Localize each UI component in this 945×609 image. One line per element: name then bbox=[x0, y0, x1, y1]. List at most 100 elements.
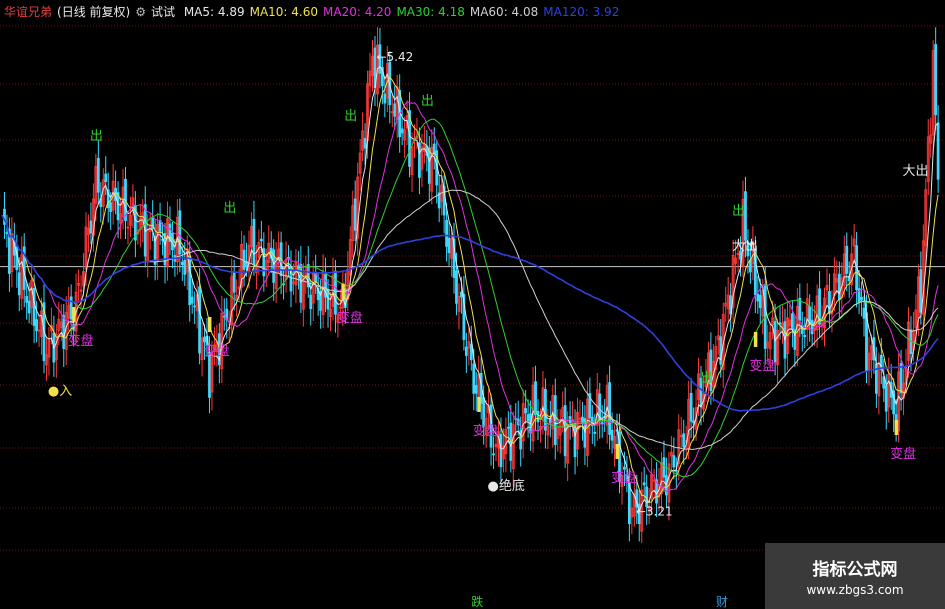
signal-bar-13 bbox=[753, 332, 758, 347]
candle-body-72 bbox=[178, 210, 182, 255]
candle-body-364 bbox=[899, 363, 903, 394]
signal-4: 出 bbox=[700, 371, 713, 386]
candle-body-213 bbox=[526, 414, 530, 422]
chart-header: 华谊兄弟 (日线 前复权) ⚙ 试试 MA5: 4.89 MA10: 4.60 MA20:… bbox=[4, 3, 629, 20]
candle-body-205 bbox=[506, 426, 510, 429]
ma-legend-4: MA60: 4.08 bbox=[469, 5, 539, 19]
signal-bar-9 bbox=[207, 317, 212, 332]
candle-body-342 bbox=[845, 245, 849, 274]
candle-body-378 bbox=[934, 44, 938, 116]
signal-bar-11 bbox=[477, 397, 481, 412]
candle-body-13 bbox=[32, 288, 36, 326]
ma-legend-3: MA30: 4.18 bbox=[396, 5, 465, 19]
candle-body-7 bbox=[17, 272, 21, 296]
ma-legend: MA5: 4.89 MA10: 4.60 MA20: 4.20 MA30: 4.18 M… bbox=[184, 5, 625, 19]
candle-body-73 bbox=[180, 261, 184, 266]
signal-14: 变盘 bbox=[890, 446, 916, 462]
candle-body-307 bbox=[758, 295, 762, 309]
candle-body-14 bbox=[35, 319, 38, 332]
candle-body-195 bbox=[482, 397, 486, 427]
signal-3: 出 bbox=[421, 94, 434, 109]
ma-legend-0: MA5: 4.89 bbox=[183, 5, 245, 19]
candle-body-11 bbox=[27, 300, 31, 314]
candle-body-247 bbox=[610, 429, 614, 441]
candle-body-10 bbox=[25, 296, 29, 303]
candle-body-74 bbox=[183, 259, 187, 275]
signal-11: 变盘 bbox=[473, 423, 499, 439]
candle-body-212 bbox=[524, 408, 528, 414]
candle-body-325 bbox=[803, 334, 807, 338]
watermark-url: www.zbgs3.com bbox=[806, 583, 904, 597]
candle-body-202 bbox=[499, 434, 503, 468]
indicator-name: 试试 bbox=[150, 5, 175, 19]
bottom-mark-1: 财 bbox=[716, 595, 728, 609]
candle-body-349 bbox=[862, 307, 866, 319]
signal-bar-14 bbox=[894, 420, 899, 435]
candle-body-328 bbox=[810, 319, 814, 335]
candle-body-2 bbox=[5, 232, 9, 235]
signal-9: 变盘 bbox=[203, 343, 229, 359]
signal-10: 变盘 bbox=[337, 310, 363, 326]
candle-body-335 bbox=[828, 291, 831, 315]
ma-legend-5: MA120: 3.92 bbox=[543, 5, 620, 19]
candle-body-276 bbox=[682, 433, 686, 448]
candle-body-78 bbox=[193, 305, 197, 308]
candle-body-220 bbox=[544, 389, 547, 431]
candle-body-28 bbox=[69, 296, 73, 320]
candle-body-181 bbox=[447, 237, 451, 254]
signal-bar-12 bbox=[615, 444, 620, 459]
signal-0: 出 bbox=[90, 129, 103, 144]
candle-body-125 bbox=[309, 294, 313, 310]
candle-body-155 bbox=[383, 93, 387, 104]
candle-body-82 bbox=[203, 336, 206, 343]
candle-body-25 bbox=[62, 314, 66, 349]
gear-icon[interactable]: ⚙ bbox=[135, 5, 146, 19]
ma-legend-2: MA20: 4.20 bbox=[323, 5, 392, 19]
candle-body-358 bbox=[884, 385, 888, 412]
candle-body-143 bbox=[353, 198, 357, 231]
signal-6: 大出 bbox=[732, 239, 758, 254]
candle-body-184 bbox=[455, 270, 458, 304]
candle-body-260 bbox=[642, 482, 646, 486]
ma-legend-1: MA10: 4.60 bbox=[249, 5, 319, 19]
candle-body-173 bbox=[427, 147, 431, 184]
candle-body-252 bbox=[623, 466, 626, 470]
candle-body-272 bbox=[672, 455, 676, 468]
candle-body-191 bbox=[472, 363, 476, 394]
signal-bar-8 bbox=[72, 307, 76, 322]
candle-body-36 bbox=[89, 220, 93, 234]
candle-body-320 bbox=[791, 313, 794, 331]
signal-5: 出 bbox=[732, 204, 745, 219]
candle-body-216 bbox=[534, 381, 537, 415]
candle-body-188 bbox=[464, 346, 468, 356]
candle-body-44 bbox=[109, 202, 113, 212]
signal-8: 变盘 bbox=[68, 333, 94, 349]
candle-body-186 bbox=[460, 291, 463, 298]
price-label-0: ←5.42 bbox=[377, 50, 414, 64]
signal-12: 变盘 bbox=[611, 470, 637, 486]
candle-body-240 bbox=[593, 431, 597, 434]
candle-body-306 bbox=[756, 293, 760, 302]
signal-bar-10 bbox=[341, 284, 345, 299]
candle-body-180 bbox=[445, 219, 449, 247]
stock-name: 华谊兄弟 bbox=[4, 5, 53, 19]
candle-body-192 bbox=[474, 384, 478, 394]
candle-body-315 bbox=[778, 322, 782, 325]
candle-body-42 bbox=[104, 173, 108, 183]
candle-body-98 bbox=[242, 249, 246, 270]
candle-body-102 bbox=[252, 218, 256, 266]
candle-body-348 bbox=[860, 296, 863, 301]
candle-body-268 bbox=[662, 457, 666, 478]
watermark: 指标公式网 www.zbgs3.com bbox=[765, 543, 945, 609]
stock-chart[interactable]: ←5.42←3.21出出出出出出大出大出变盘变盘变盘变盘变盘变盘变盘●入●绝底跌… bbox=[0, 0, 945, 609]
candle-body-80 bbox=[198, 286, 202, 354]
candle-body-94 bbox=[232, 271, 236, 293]
candle-body-77 bbox=[190, 296, 194, 304]
candle-body-246 bbox=[608, 382, 612, 435]
candle-body-159 bbox=[393, 103, 397, 117]
signal-2: 出 bbox=[344, 109, 357, 124]
signal-16: ●绝底 bbox=[488, 478, 525, 494]
signal-1: 出 bbox=[223, 201, 236, 216]
candle-body-39 bbox=[96, 157, 100, 193]
signal-13: 变盘 bbox=[749, 358, 775, 374]
